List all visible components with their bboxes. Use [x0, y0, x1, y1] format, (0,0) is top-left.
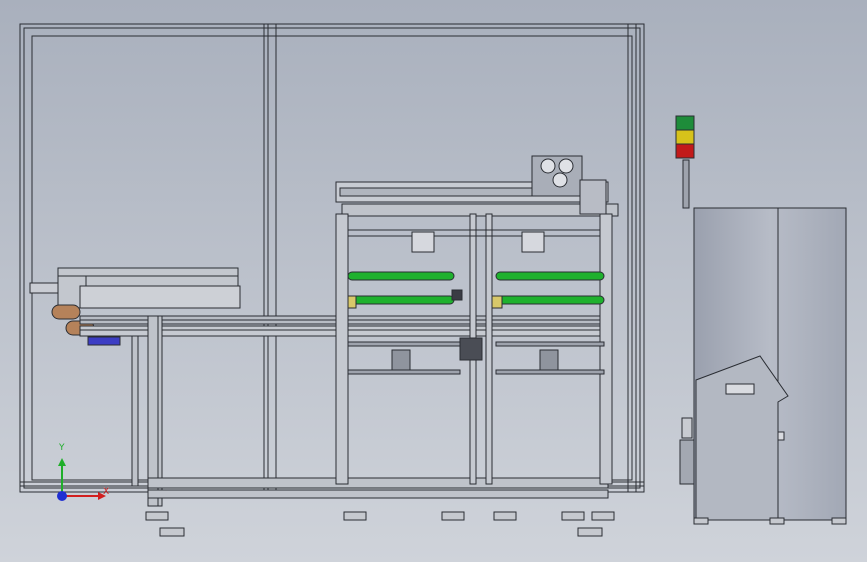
leveling-feet — [145, 511, 615, 537]
control-cabinet — [679, 159, 847, 525]
outer-frame — [19, 23, 645, 493]
triad-y-label: Y — [59, 443, 65, 453]
roller-1 — [347, 271, 455, 281]
roller-4 — [495, 295, 605, 305]
roller-3 — [347, 295, 455, 305]
assembly-drawing — [19, 23, 847, 537]
roller-2 — [495, 271, 605, 281]
cad-viewport[interactable]: X Y — [0, 0, 867, 562]
stack-light — [675, 115, 695, 159]
triad-x-label: X — [103, 487, 110, 497]
